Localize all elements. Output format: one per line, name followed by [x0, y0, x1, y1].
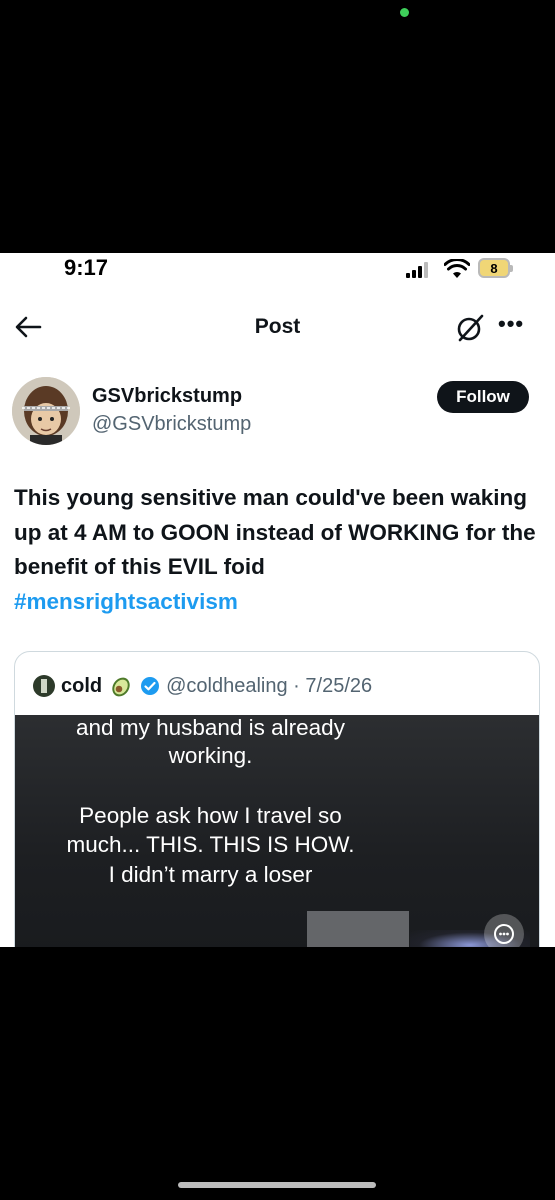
video-caption-line: working.: [168, 743, 253, 768]
author-display-name[interactable]: GSVbrickstump: [92, 385, 242, 408]
status-time: 9:17: [64, 255, 109, 280]
hashtag-link[interactable]: #mensrightsactivism: [14, 585, 539, 620]
media-control-icon: [494, 924, 514, 944]
avocado-icon: [112, 677, 130, 697]
status-bar: 9:17 8: [0, 253, 555, 287]
quoted-author-avatar: [33, 675, 55, 697]
quoted-handle-date: @coldhealing · 7/25/26: [166, 674, 373, 697]
cellular-signal-icon: [406, 262, 428, 278]
quoted-post-header: cold @coldhealing · 7/25/26: [33, 672, 372, 700]
screenshot-frame: 9:17 8 Post ••• GSVbrickstump @GSVbricks…: [0, 253, 555, 947]
author-avatar-image: [12, 377, 80, 445]
battery-level: 8: [490, 260, 498, 276]
quoted-author-name: cold: [61, 674, 103, 697]
author-avatar[interactable]: [12, 377, 80, 445]
post-body: This young sensitive man could've been w…: [14, 481, 539, 619]
grok-icon[interactable]: [455, 313, 485, 343]
video-caption-line: much... THIS. THIS IS HOW.: [66, 832, 355, 857]
video-caption-line: People ask how I travel so: [79, 803, 342, 828]
quoted-post-card[interactable]: cold @coldhealing · 7/25/26 and my husba…: [14, 651, 540, 947]
top-nav: Post •••: [0, 305, 555, 355]
home-indicator[interactable]: [178, 1182, 376, 1188]
video-caption-line: I didn’t marry a loser: [108, 862, 313, 887]
battery-icon: 8: [478, 258, 513, 278]
video-background-light: [307, 911, 409, 947]
camera-indicator-dot: [400, 8, 409, 17]
post-text: This young sensitive man could've been w…: [14, 485, 536, 579]
follow-button[interactable]: Follow: [437, 381, 529, 413]
verified-badge-icon: [141, 677, 160, 695]
more-options-icon[interactable]: •••: [498, 311, 524, 337]
quoted-video-media[interactable]: and my husband is already working. Peopl…: [15, 715, 539, 947]
author-handle[interactable]: @GSVbrickstump: [92, 413, 251, 436]
video-caption-line: and my husband is already: [76, 715, 345, 740]
media-control-button[interactable]: [484, 914, 524, 947]
wifi-icon: [444, 259, 470, 278]
